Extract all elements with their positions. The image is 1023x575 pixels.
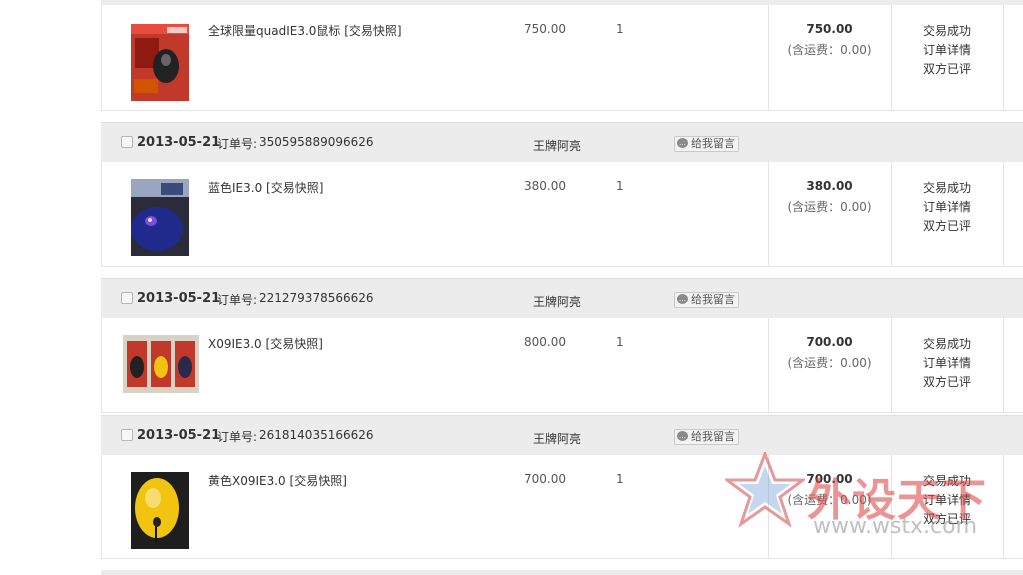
order-total: 750.00 [806,22,853,36]
seller-name[interactable]: 王牌阿亮 [533,137,581,154]
order-body: 全球限量quadIE3.0鼠标 [交易快照] 750.00 1 750.00 (… [101,5,1023,111]
order-status: 交易成功 订单详情 双方已评 [923,179,971,236]
review-status: 双方已评 [923,62,972,76]
order-total: 700.00 [806,335,853,349]
seller-name[interactable]: 王牌阿亮 [533,430,581,447]
quantity: 1 [616,179,624,193]
column-divider [1003,5,1004,110]
order-status: 交易成功 订单详情 双方已评 [923,22,971,79]
status-success: 交易成功 [923,474,972,488]
column-divider [891,162,892,266]
seller-name[interactable]: 王牌阿亮 [533,293,581,310]
status-success: 交易成功 [923,181,972,195]
order-number: 350595889096626 [259,135,374,149]
quantity: 1 [616,22,624,36]
order-status: 交易成功 订单详情 双方已评 [923,335,971,392]
leave-message-button[interactable]: … 给我留言 [674,292,739,308]
order-body: 蓝色IE3.0 [交易快照] 380.00 1 380.00 (含运费：0.00… [101,162,1023,267]
product-thumbnail-black-mouse[interactable] [131,24,189,101]
product-thumbnail-blue-mouse[interactable] [131,179,189,256]
order-body: X09IE3.0 [交易快照] 800.00 1 700.00 (含运费：0.0… [101,318,1023,413]
unit-price: 800.00 [524,335,566,349]
review-status: 双方已评 [923,512,972,526]
order-no-label: 订单号: [217,293,258,307]
unit-price: 700.00 [524,472,566,486]
order-checkbox[interactable] [121,136,133,148]
order-checkbox[interactable] [121,429,133,441]
column-divider [1003,162,1004,266]
leave-message-label: 给我留言 [691,430,735,443]
leave-message-button[interactable]: … 给我留言 [674,429,739,445]
review-status: 双方已评 [923,375,972,389]
order-body: 黄色X09IE3.0 [交易快照] 700.00 1 700.00 (含运费：0… [101,455,1023,559]
order-status: 交易成功 订单详情 双方已评 [923,472,971,529]
leave-message-button[interactable]: … 给我留言 [674,136,739,152]
order-detail-link[interactable]: 订单详情 [923,198,971,217]
item-title[interactable]: 黄色X09IE3.0 [交易快照] [208,472,347,489]
product-thumbnail-three-mice[interactable] [123,335,199,393]
order-detail-link[interactable]: 订单详情 [923,491,971,510]
order-no-label: 订单号: [217,137,258,151]
leave-message-label: 给我留言 [691,293,735,306]
quantity: 1 [616,472,624,486]
status-success: 交易成功 [923,337,972,351]
order-header: 2013-05-21 订单号: 350595889096626 王牌阿亮 … 给… [101,122,1023,163]
column-divider [891,455,892,558]
order-checkbox[interactable] [121,292,133,304]
left-gutter [0,0,101,575]
column-divider [891,318,892,412]
item-title[interactable]: X09IE3.0 [交易快照] [208,335,323,352]
column-divider [1003,455,1004,558]
order-date: 2013-05-21 [137,291,221,306]
leave-message-label: 给我留言 [691,137,735,150]
column-divider [891,5,892,110]
order-date: 2013-05-21 [137,135,221,150]
status-success: 交易成功 [923,24,972,38]
order-header: 2013-05-21 订单号: 221279378566626 王牌阿亮 … 给… [101,278,1023,319]
item-title[interactable]: 蓝色IE3.0 [交易快照] [208,179,323,196]
unit-price: 380.00 [524,179,566,193]
message-bubble-icon: … [677,138,688,148]
review-status: 双方已评 [923,219,972,233]
shipping-fee: (含运费：0.00) [787,356,872,370]
column-divider [1003,318,1004,412]
product-thumbnail-yellow-mouse[interactable] [131,472,189,549]
next-order-header-edge [101,570,1023,575]
order-total: 700.00 [806,472,853,486]
message-bubble-icon: … [677,294,688,304]
unit-price: 750.00 [524,22,566,36]
order-date: 2013-05-21 [137,428,221,443]
order-detail-link[interactable]: 订单详情 [923,354,971,373]
item-title[interactable]: 全球限量quadIE3.0鼠标 [交易快照] [208,22,402,39]
message-bubble-icon: … [677,431,688,441]
quantity: 1 [616,335,624,349]
shipping-fee: (含运费：0.00) [787,493,872,507]
shipping-fee: (含运费：0.00) [787,43,872,57]
shipping-fee: (含运费：0.00) [787,200,872,214]
order-number: 261814035166626 [259,428,374,442]
order-total: 380.00 [806,179,853,193]
order-no-label: 订单号: [217,430,258,444]
order-detail-link[interactable]: 订单详情 [923,41,971,60]
order-header: 2013-05-21 订单号: 261814035166626 王牌阿亮 … 给… [101,415,1023,456]
order-number: 221279378566626 [259,291,374,305]
